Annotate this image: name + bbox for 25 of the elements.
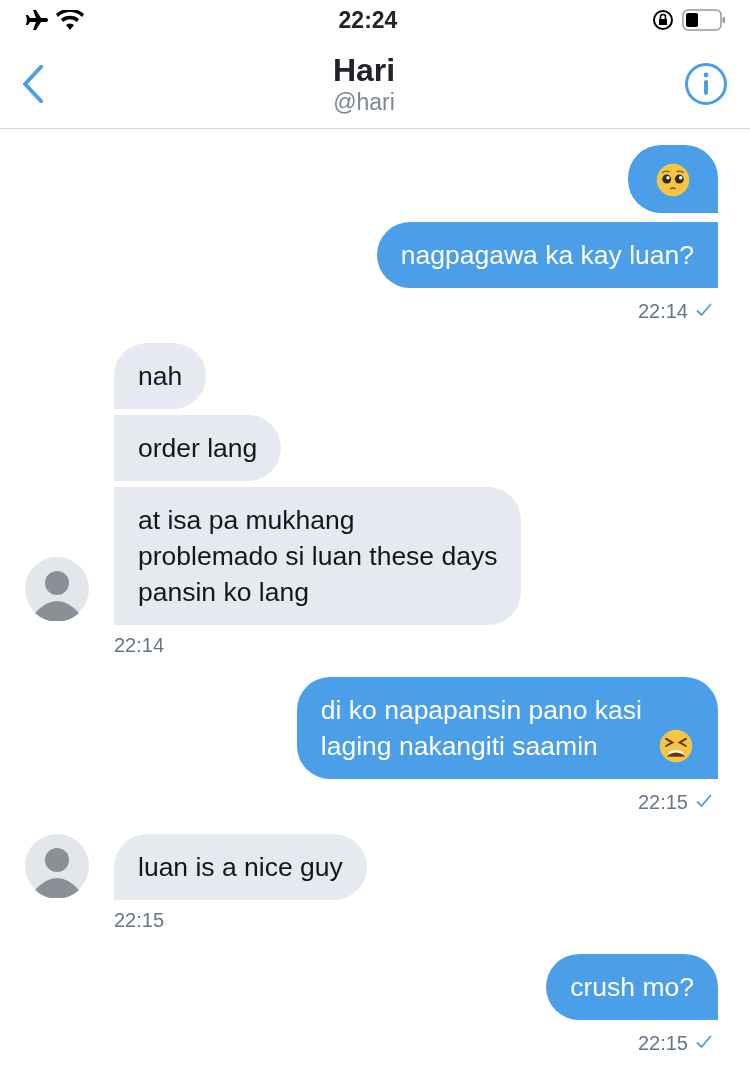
message-bubble: crush mo? [546, 954, 718, 1020]
message-time: 22:15 [637, 1031, 688, 1055]
rotation-lock-icon [652, 9, 674, 31]
wifi-icon [56, 10, 84, 30]
info-icon[interactable] [684, 62, 728, 106]
airplane-icon [24, 10, 48, 30]
message-bubble: luan is a nice guy [114, 834, 367, 900]
back-icon[interactable] [22, 65, 44, 103]
message-bubble: nagpagawa ka kay luan? [376, 222, 718, 288]
message-bubble: nah [114, 343, 207, 409]
tired-face-icon [658, 728, 694, 764]
battery-icon [682, 9, 726, 31]
contact-handle: @hari [333, 88, 395, 116]
message-time: 22:15 [637, 790, 688, 814]
avatar-icon [25, 557, 89, 621]
message-time: 22:14 [637, 299, 688, 323]
message-text: di ko napapansin pano kasi laging nakangiti saamin [320, 694, 642, 763]
pleading-face-icon [655, 162, 691, 198]
message-bubble: order lang [114, 415, 282, 481]
contact-name: Hari [332, 52, 396, 88]
message-time: 22:15 [114, 908, 165, 932]
message-bubble: at isa pa mukhang problemado si luan these days pansin ko lang [114, 487, 522, 625]
clock-time: 22:24 [338, 5, 398, 35]
avatar-icon [25, 834, 89, 898]
message-time: 22:14 [114, 633, 165, 657]
